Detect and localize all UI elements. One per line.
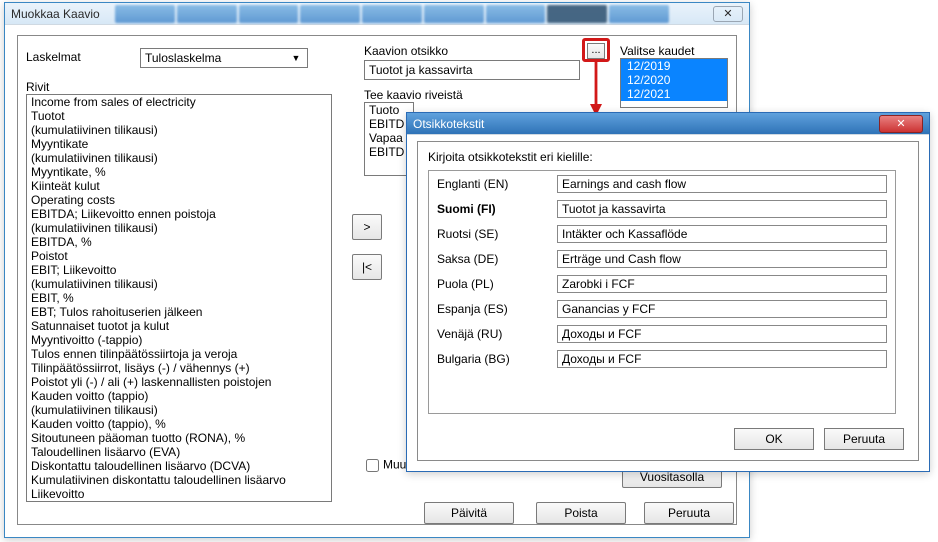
language-input[interactable] <box>557 350 887 368</box>
language-row: Englanti (EN) <box>429 171 895 196</box>
language-label: Venäjä (RU) <box>437 327 557 341</box>
language-row: Saksa (DE) <box>429 246 895 271</box>
close-icon: ✕ <box>896 117 905 130</box>
checkbox-muu-input[interactable] <box>366 459 379 472</box>
listbox-periods[interactable]: 12/201912/202012/2021 <box>620 58 728 108</box>
input-kaavion-otsikko-value: Tuotot ja kassavirta <box>369 63 473 77</box>
chevron-down-icon: ▼ <box>289 53 303 63</box>
button-reset-left[interactable]: |< <box>352 254 382 280</box>
list-item[interactable]: Kiinteät kulut <box>27 179 331 193</box>
list-item[interactable]: Diskontattu taloudellinen lisäarvo (DCVA… <box>27 459 331 473</box>
list-item[interactable]: EBT; Tulos rahoituserien jälkeen <box>27 305 331 319</box>
list-item[interactable]: Kumulatiivinen diskontattu taloudellinen… <box>27 473 331 487</box>
list-item[interactable]: Income from sales of electricity <box>27 95 331 109</box>
close-icon: ✕ <box>723 7 732 20</box>
list-item[interactable]: (kumulatiivinen tilikausi) <box>27 403 331 417</box>
list-item[interactable]: Taloudellinen lisäarvo (EVA) <box>27 445 331 459</box>
label-rivit: Rivit <box>26 80 49 94</box>
main-close-button[interactable]: ✕ <box>713 6 743 22</box>
language-input[interactable] <box>557 225 887 243</box>
label-kaavion-otsikko: Kaavion otsikko <box>364 44 448 58</box>
language-input[interactable] <box>557 200 887 218</box>
language-row: Suomi (FI) <box>429 196 895 221</box>
list-item[interactable]: Tilinpäätössiirrot, lisäys (-) / vähenny… <box>27 361 331 375</box>
label-tee-kaavio: Tee kaavio riveistä <box>364 88 463 102</box>
list-item[interactable]: Poistot <box>27 249 331 263</box>
language-input[interactable] <box>557 175 887 193</box>
main-titlebar[interactable]: Muokkaa Kaavio ✕ <box>5 3 749 25</box>
list-item[interactable]: EBIT; Liikevoitto <box>27 263 331 277</box>
label-laskelmat: Laskelmat <box>26 50 81 64</box>
period-item[interactable]: 12/2019 <box>621 59 727 73</box>
list-item[interactable]: EBITDA, % <box>27 235 331 249</box>
checkbox-muu-label: Muu <box>383 458 406 472</box>
checkbox-muu[interactable]: Muu <box>362 456 406 475</box>
language-input[interactable] <box>557 300 887 318</box>
language-label: Puola (PL) <box>437 277 557 291</box>
list-item[interactable]: (kumulatiivinen tilikausi) <box>27 221 331 235</box>
list-item[interactable]: Tulos ennen tilinpäätössiirtoja ja veroj… <box>27 347 331 361</box>
list-item[interactable]: Kauden voitto (tappio) <box>27 389 331 403</box>
modal-titlebar[interactable]: Otsikkotekstit ✕ <box>407 113 929 135</box>
modal-window: Otsikkotekstit ✕ Kirjoita otsikkotekstit… <box>406 112 930 472</box>
list-item[interactable]: Myyntivoitto (-tappio) <box>27 333 331 347</box>
input-kaavion-otsikko[interactable]: Tuotot ja kassavirta <box>364 60 580 80</box>
modal-title: Otsikkotekstit <box>413 117 484 131</box>
list-item[interactable]: EBITDA; Liikevoitto ennen poistoja <box>27 207 331 221</box>
list-item[interactable]: Myyntikate <box>27 137 331 151</box>
button-poista[interactable]: Poista <box>536 502 626 524</box>
dropdown-laskelmat[interactable]: Tuloslaskelma ▼ <box>140 48 308 68</box>
language-label: Bulgaria (BG) <box>437 352 557 366</box>
label-valitse-kaudet: Valitse kaudet <box>620 44 695 58</box>
list-item[interactable]: Kauden voitto (tappio), % <box>27 417 331 431</box>
language-label: Englanti (EN) <box>437 177 557 191</box>
modal-body: Kirjoita otsikkotekstit eri kielille: En… <box>417 141 919 461</box>
list-item[interactable]: Liikevoitto <box>27 487 331 501</box>
language-row: Puola (PL) <box>429 271 895 296</box>
list-item[interactable]: Poistot yli (-) / ali (+) laskennalliste… <box>27 375 331 389</box>
button-edit-titles[interactable]: ... <box>587 43 605 59</box>
list-item[interactable]: Sitoutuneen pääoman tuotto (RONA), % <box>27 431 331 445</box>
blurred-tabs <box>115 5 669 23</box>
language-row: Ruotsi (SE) <box>429 221 895 246</box>
language-label: Suomi (FI) <box>437 202 557 216</box>
language-row: Venäjä (RU) <box>429 321 895 346</box>
ellipsis-highlight: ... <box>582 38 610 62</box>
language-row: Bulgaria (BG) <box>429 346 895 371</box>
list-item[interactable]: (kumulatiivinen tilikausi) <box>27 123 331 137</box>
list-item[interactable]: Myyntikate, % <box>27 165 331 179</box>
language-label: Saksa (DE) <box>437 252 557 266</box>
button-ok[interactable]: OK <box>734 428 814 450</box>
list-item[interactable]: (kumulatiivinen tilikausi) <box>27 151 331 165</box>
language-input[interactable] <box>557 250 887 268</box>
languages-panel: Englanti (EN) Suomi (FI) Ruotsi (SE) Saksa … <box>428 170 896 414</box>
list-item[interactable]: EBIT, % <box>27 291 331 305</box>
language-input[interactable] <box>557 275 887 293</box>
language-row: Espanja (ES) <box>429 296 895 321</box>
modal-close-button[interactable]: ✕ <box>879 115 923 133</box>
button-peruuta-modal[interactable]: Peruuta <box>824 428 904 450</box>
language-input[interactable] <box>557 325 887 343</box>
period-item[interactable]: 12/2021 <box>621 87 727 101</box>
list-item[interactable]: Satunnaiset tuotot ja kulut <box>27 319 331 333</box>
language-label: Espanja (ES) <box>437 302 557 316</box>
main-title: Muokkaa Kaavio <box>11 7 100 21</box>
list-item[interactable]: Operating costs <box>27 193 331 207</box>
language-label: Ruotsi (SE) <box>437 227 557 241</box>
list-item[interactable]: Tuotot <box>27 109 331 123</box>
dropdown-value: Tuloslaskelma <box>145 51 221 65</box>
period-item[interactable]: 12/2020 <box>621 73 727 87</box>
button-add-right[interactable]: > <box>352 214 382 240</box>
listbox-rivit[interactable]: Income from sales of electricityTuotot(k… <box>26 94 332 502</box>
button-paivita[interactable]: Päivitä <box>424 502 514 524</box>
button-peruuta-main[interactable]: Peruuta <box>644 502 734 524</box>
list-item[interactable]: (kumulatiivinen tilikausi) <box>27 277 331 291</box>
modal-instruction: Kirjoita otsikkotekstit eri kielille: <box>428 150 593 164</box>
